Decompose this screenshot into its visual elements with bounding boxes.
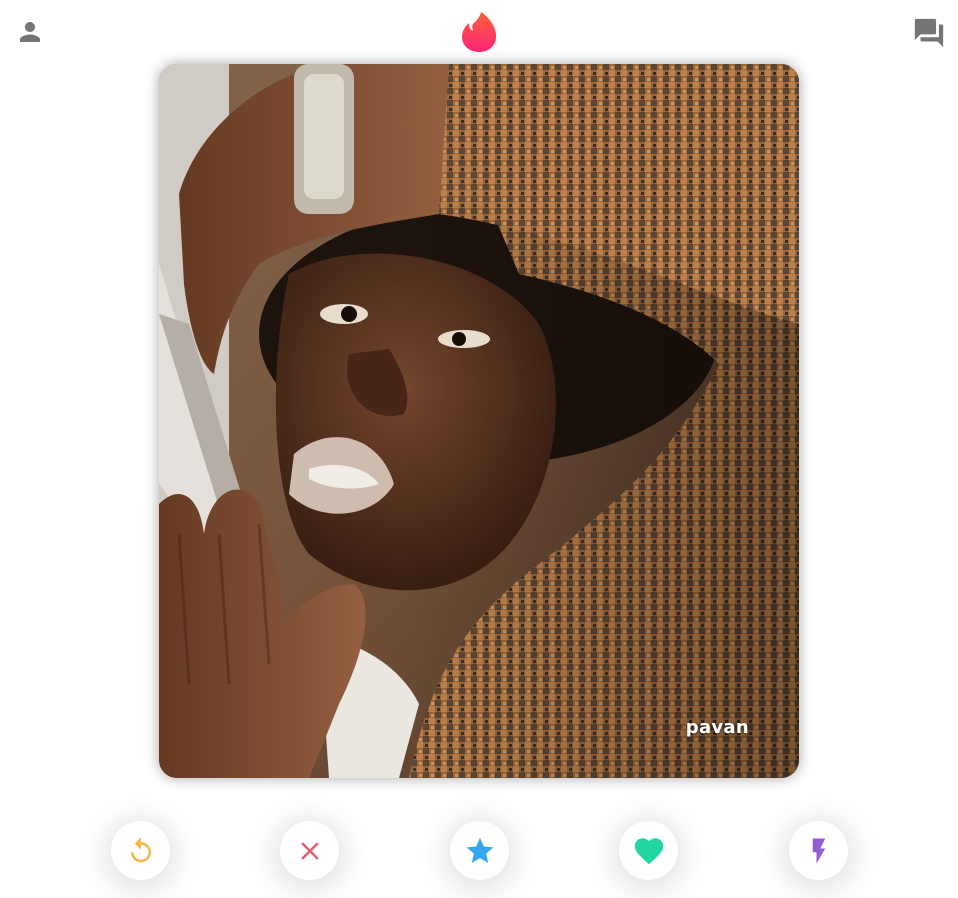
boost-button[interactable] bbox=[789, 821, 848, 880]
person-icon bbox=[20, 22, 40, 42]
messages-button[interactable] bbox=[909, 14, 949, 52]
heart-icon bbox=[634, 837, 663, 864]
flame-icon bbox=[462, 12, 497, 52]
app-page: pavan bbox=[0, 0, 958, 898]
forum-icon bbox=[914, 18, 944, 48]
profile-card[interactable]: pavan bbox=[159, 64, 799, 778]
profile-button[interactable] bbox=[12, 14, 48, 50]
replay-icon bbox=[130, 836, 151, 862]
profile-name: pavan bbox=[685, 717, 749, 738]
star-icon bbox=[466, 837, 493, 863]
profile-photo bbox=[159, 64, 799, 778]
bolt-icon bbox=[812, 838, 825, 863]
close-icon bbox=[300, 841, 319, 860]
like-button[interactable] bbox=[619, 821, 678, 880]
super-like-button[interactable] bbox=[450, 821, 509, 880]
nope-button[interactable] bbox=[280, 821, 339, 880]
app-logo[interactable] bbox=[459, 10, 499, 54]
action-bar bbox=[0, 790, 958, 898]
rewind-button[interactable] bbox=[111, 821, 170, 880]
